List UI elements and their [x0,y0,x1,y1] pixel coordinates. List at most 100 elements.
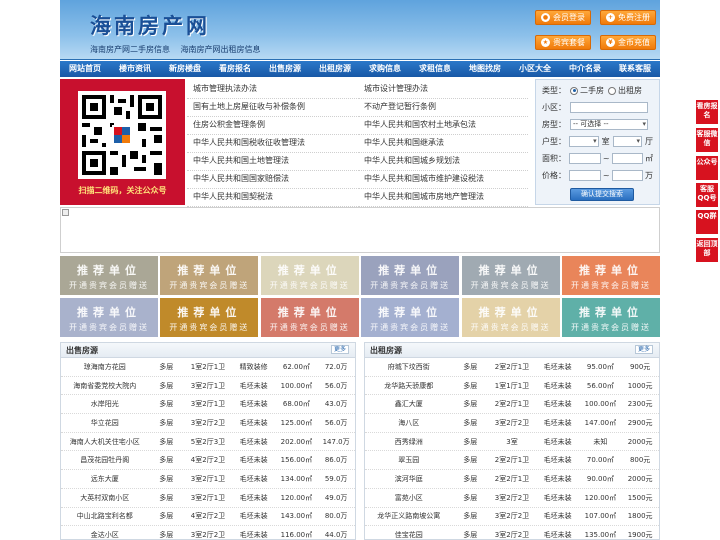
sale-more-button[interactable]: 更多 [330,345,349,354]
ad-banner[interactable] [60,207,660,253]
listing-name[interactable]: 富苑小区 [365,493,452,503]
law-link[interactable]: 中华人民共和国契税法 [187,189,357,207]
table-row[interactable]: 远东大厦 多层 3室2厅1卫 毛坯未装 134.00㎡ 59.0万 [61,470,355,489]
vip-package-button[interactable]: ★ 贵宾套餐 [535,35,591,50]
table-row[interactable]: 大英村双南小区 多层 3室2厅1卫 毛坯未装 120.00㎡ 49.0万 [61,489,355,508]
listing-name[interactable]: 中山北路宝利名都 [61,511,148,521]
nav-viewing-signup[interactable]: 看房报名 [210,61,260,77]
law-link[interactable]: 城市管理执法办法 [187,81,357,99]
listing-name[interactable]: 远东大厦 [61,474,148,484]
price-min-input[interactable] [569,170,601,181]
law-link[interactable]: 中华人民共和国继承法 [358,135,528,153]
table-row[interactable]: 金达小区 多层 3室2厅2卫 毛坯未装 116.00㎡ 44.0万 [61,526,355,539]
listing-name[interactable]: 海八区 [365,418,452,428]
listing-name[interactable]: 翠玉园 [365,455,452,465]
law-link[interactable]: 中华人民共和国国家赔偿法 [187,171,357,189]
nav-for-sale[interactable]: 出售房源 [260,61,310,77]
table-row[interactable]: 琼海南方花园 多层 1室2厅1卫 精致装修 62.00㎡ 72.0万 [61,358,355,377]
recommend-tile[interactable]: 推荐单位 开通贵宾会员赠送 [260,298,359,337]
listing-name[interactable]: 琼海南方花园 [61,362,148,372]
hall-select[interactable] [612,136,642,147]
table-row[interactable]: 佳宝花园 多层 3室2厅2卫 毛坯未装 135.00㎡ 1900元 [365,526,659,539]
rent-more-button[interactable]: 更多 [634,345,653,354]
table-row[interactable]: 翠玉园 多层 2室2厅1卫 毛坯未装 70.00㎡ 800元 [365,451,659,471]
law-link[interactable]: 中华人民共和国税收征收管理法 [187,135,357,153]
recommend-tile[interactable]: 推荐单位 开通贵宾会员赠送 [60,256,158,295]
nav-agencies[interactable]: 中介名录 [560,61,610,77]
nav-for-rent[interactable]: 出租房源 [310,61,360,77]
listing-name[interactable]: 水岸阳光 [61,399,148,409]
law-link[interactable]: 不动产登记暂行条例 [358,99,528,117]
nav-wanted-buy[interactable]: 求购信息 [360,61,410,77]
nav-new-homes[interactable]: 新房楼盘 [160,61,210,77]
law-link[interactable]: 中华人民共和国城乡规划法 [358,153,528,171]
table-row[interactable]: 海南省委党校大院内 多层 3室2厅1卫 毛坯未装 100.00㎡ 56.0万 [61,377,355,396]
housetype-select[interactable]: -- 可选择 -- [570,119,648,130]
table-row[interactable]: 海八区 多层 3室2厅2卫 毛坯未装 147.00㎡ 2900元 [365,414,659,433]
law-link[interactable]: 住房公积金管理条例 [187,117,357,135]
law-link[interactable]: 中华人民共和国城市维护建设税法 [358,171,528,189]
login-button[interactable]: ● 会员登录 [535,10,591,25]
table-row[interactable]: 中山北路宝利名都 多层 4室2厅2卫 毛坯未装 143.00㎡ 80.0万 [61,508,355,527]
table-row[interactable]: 富苑小区 多层 3室2厅2卫 毛坯未装 120.00㎡ 1500元 [365,489,659,508]
listing-name[interactable]: 大英村双南小区 [61,493,148,503]
table-row[interactable]: 水岸阳光 多层 3室2厅1卫 毛坯未装 68.00㎡ 43.0万 [61,395,355,415]
side-official-account[interactable]: 公众号 [696,156,718,180]
table-row[interactable]: 滨河华庭 多层 2室2厅1卫 毛坯未装 90.00㎡ 2000元 [365,470,659,489]
side-back-to-top[interactable]: 返回顶部 [696,238,718,262]
subtitle-sale-link[interactable]: 海南房产网二手房信息 [90,45,170,54]
recommend-tile[interactable]: 推荐单位 开通贵宾会员赠送 [461,298,560,337]
table-row[interactable]: 华立花园 多层 3室2厅2卫 毛坯未装 125.00㎡ 56.0万 [61,414,355,433]
search-submit-button[interactable]: 确认提交搜索 [570,188,634,201]
law-link[interactable]: 城市设计管理办法 [358,81,528,99]
area-max-input[interactable] [611,153,643,164]
table-row[interactable]: 龙华路天骄康都 多层 1室1厅1卫 毛坯未装 56.00㎡ 1000元 [365,377,659,396]
listing-name[interactable]: 府城下坟西街 [365,362,452,372]
recommend-tile[interactable]: 推荐单位 开通贵宾会员赠送 [562,256,660,295]
listing-name[interactable]: 滨河华庭 [365,474,452,484]
recommend-tile[interactable]: 推荐单位 开通贵宾会员赠送 [361,298,460,337]
listing-name[interactable]: 海南人大机关住宅小区 [61,437,148,447]
recommend-tile[interactable]: 推荐单位 开通贵宾会员赠送 [160,256,259,295]
nav-wanted-rent[interactable]: 求租信息 [410,61,460,77]
nav-communities[interactable]: 小区大全 [510,61,560,77]
radio-rent[interactable] [608,86,616,95]
nav-home[interactable]: 网站首页 [60,61,110,77]
listing-name[interactable]: 昌茂花园牡丹阁 [61,455,148,465]
area-min-input[interactable] [569,153,601,164]
listing-name[interactable]: 龙华正义路南坡公寓 [365,511,452,521]
law-link[interactable]: 国有土地上房屋征收与补偿条例 [187,99,357,117]
recommend-tile[interactable]: 推荐单位 开通贵宾会员赠送 [160,298,259,337]
table-row[interactable]: 西秀绿洲 多层 3室 毛坯未装 未知 2000元 [365,433,659,452]
law-link[interactable]: 中华人民共和国农村土地承包法 [358,117,528,135]
listing-name[interactable]: 金达小区 [61,530,148,539]
nav-news[interactable]: 楼市资讯 [110,61,160,77]
listing-name[interactable]: 海南省委党校大院内 [61,381,148,391]
law-link[interactable]: 中华人民共和国城市房地产管理法 [358,189,528,207]
price-max-input[interactable] [611,170,643,181]
nav-contact[interactable]: 联系客服 [610,61,660,77]
table-row[interactable]: 昌茂花园牡丹阁 多层 4室2厅2卫 毛坯未装 156.00㎡ 86.0万 [61,451,355,471]
recommend-tile[interactable]: 推荐单位 开通贵宾会员赠送 [361,256,460,295]
table-row[interactable]: 鑫汇大厦 多层 2室2厅1卫 毛坯未装 100.00㎡ 2300元 [365,395,659,415]
recommend-tile[interactable]: 推荐单位 开通贵宾会员赠送 [562,298,660,337]
listing-name[interactable]: 龙华路天骄康都 [365,381,452,391]
room-select[interactable] [569,136,599,147]
coin-recharge-button[interactable]: ¥ 金币充值 [600,35,656,50]
listing-name[interactable]: 西秀绿洲 [365,437,452,447]
register-button[interactable]: + 免费注册 [600,10,656,25]
law-link[interactable]: 中华人民共和国土地管理法 [187,153,357,171]
side-service-qq[interactable]: 客服QQ号 [696,183,718,207]
table-row[interactable]: 府城下坟西街 多层 2室2厅1卫 毛坯未装 95.00㎡ 900元 [365,358,659,377]
community-input[interactable] [570,102,648,113]
subtitle-rent-link[interactable]: 海南房产网出租房信息 [181,45,261,54]
listing-name[interactable]: 华立花园 [61,418,148,428]
nav-map-search[interactable]: 地图找房 [460,61,510,77]
table-row[interactable]: 海南人大机关住宅小区 多层 5室2厅3卫 毛坯未装 202.00㎡ 147.0万 [61,433,355,452]
side-qq-group[interactable]: QQ群 [696,210,718,234]
site-logo[interactable]: 海南房产网 [90,10,210,40]
listing-name[interactable]: 鑫汇大厦 [365,399,452,409]
recommend-tile[interactable]: 推荐单位 开通贵宾会员赠送 [461,256,560,295]
side-service-wechat[interactable]: 客服微信 [696,128,718,152]
side-viewing-signup[interactable]: 看房报名 [696,100,718,124]
